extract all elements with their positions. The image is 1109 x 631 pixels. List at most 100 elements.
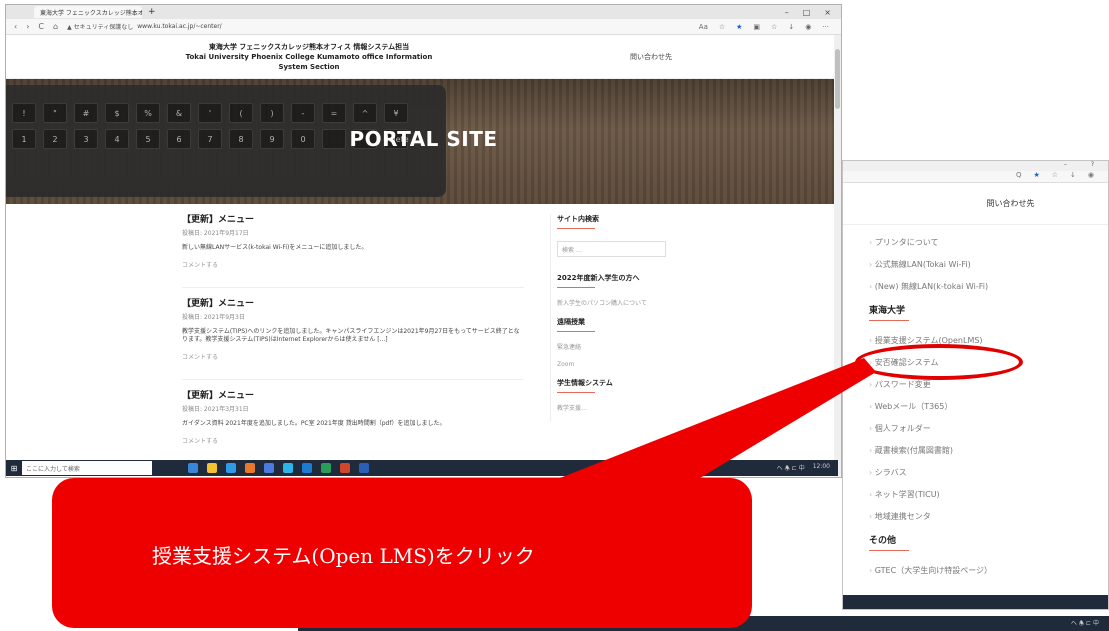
sidebar-link-pc-purchase[interactable]: 新入学生のパソコン購入について xyxy=(557,300,666,308)
help-icon[interactable]: ? xyxy=(1091,161,1094,171)
collections-icon[interactable]: ▣ xyxy=(753,23,760,31)
new-tab-button[interactable]: + xyxy=(148,7,156,17)
heading-underline xyxy=(557,392,595,393)
zoom-taskbar xyxy=(843,595,1108,609)
taskbar-app-icon[interactable] xyxy=(226,463,236,473)
taskbar-app-icon[interactable] xyxy=(264,463,274,473)
sidebar-link-zoom[interactable]: Zoom xyxy=(557,361,666,369)
windows-taskbar: ⊞ ここに入力して検索 へ 🕭 ⊏ 中 12:00 xyxy=(6,460,838,476)
tab-strip: 東海大学 フェニックスカレッジ熊本オ × + – □ × xyxy=(6,5,841,19)
screenshot-stage: 東海大学 フェニックスカレッジ熊本オ × + – □ × ‹ › C ⌂ ▲ セ… xyxy=(0,0,1109,631)
menu-link-syllabus[interactable]: シラバス xyxy=(869,467,1108,478)
maximize-button[interactable]: □ xyxy=(803,8,811,17)
menu-link-printer[interactable]: プリンタについて xyxy=(869,237,1108,248)
read-aloud-icon[interactable]: Aa xyxy=(699,23,708,31)
taskbar-app-icon[interactable] xyxy=(245,463,255,473)
menu-link-openlms[interactable]: 授業支援システム(OpenLMS) xyxy=(869,335,1108,346)
comment-link[interactable]: コメントする xyxy=(182,260,524,269)
post-text: 教学支援システム(TIPS)へのリンクを追加しました。キャンパスライフエンジンは… xyxy=(182,328,520,343)
forward-button[interactable]: › xyxy=(26,22,29,31)
sidebar-link-tips[interactable]: 教学支援… xyxy=(557,405,666,413)
menu-link-library-search[interactable]: 蔵書検索(付属図書館) xyxy=(869,445,1108,456)
taskbar-app-icon[interactable] xyxy=(283,463,293,473)
keyboard-key: & xyxy=(167,103,191,123)
section-heading-tokai: 東海大学 xyxy=(869,306,906,316)
menu-link-password-change[interactable]: パスワード変更 xyxy=(869,379,1108,390)
favorite-star-icon[interactable]: ★ xyxy=(736,23,742,31)
site-title-jp: 東海大学 フェニックスカレッジ熊本オフィス 情報システム担当 xyxy=(208,42,410,51)
post-title[interactable]: 【更新】メニュー xyxy=(182,212,524,225)
favorite-star-icon[interactable]: ★ xyxy=(1033,171,1039,182)
profile-icon[interactable]: ◉ xyxy=(805,23,811,31)
keyboard-key: ( xyxy=(229,103,253,123)
site-search-input[interactable]: 検索 … xyxy=(557,241,666,257)
home-button[interactable]: ⌂ xyxy=(53,22,58,31)
taskbar-app-icon[interactable] xyxy=(188,463,198,473)
keyboard-key: = xyxy=(322,103,346,123)
back-button[interactable]: ‹ xyxy=(14,22,17,31)
contact-link[interactable]: 問い合わせ先 xyxy=(843,183,1108,225)
post-title[interactable]: 【更新】メニュー xyxy=(182,388,524,401)
post-date: 投稿日: 2021年9月17日 xyxy=(182,230,249,237)
menu-link-regional-center[interactable]: 地域連携センタ xyxy=(869,511,1108,522)
post-item: 【更新】メニュー 投稿日: 2021年3月31日 ガイダンス資料 2021年度を… xyxy=(182,380,524,445)
minimize-button[interactable]: – xyxy=(1064,161,1067,171)
post-item: 【更新】メニュー 投稿日: 2021年9月17日 新しい無線LANサービス(k-… xyxy=(182,204,524,269)
comment-link[interactable]: コメントする xyxy=(182,352,524,361)
refresh-button[interactable]: C xyxy=(38,22,44,31)
downloads-icon[interactable]: ↓ xyxy=(788,23,794,31)
menu-link-tokai-wifi[interactable]: 公式無線LAN(Tokai Wi-Fi) xyxy=(869,259,1108,270)
comment-link[interactable]: コメントする xyxy=(182,436,524,445)
taskbar-app-icon[interactable] xyxy=(302,463,312,473)
url-text[interactable]: www.ku.tokai.ac.jp/~center/ xyxy=(137,23,221,30)
downloads-icon[interactable]: ↓ xyxy=(1070,171,1076,182)
scrollbar-thumb[interactable] xyxy=(835,49,840,109)
navigation-bar: ‹ › C ⌂ ▲ セキュリティ保護なし www.ku.tokai.ac.jp/… xyxy=(6,19,841,35)
taskbar-app-icon[interactable] xyxy=(207,463,217,473)
page-content: 【更新】メニュー 投稿日: 2021年9月17日 新しい無線LANサービス(k-… xyxy=(6,204,841,457)
tab-title: 東海大学 フェニックスカレッジ熊本オ xyxy=(40,9,142,17)
keyboard-key: - xyxy=(291,103,315,123)
post-title[interactable]: 【更新】メニュー xyxy=(182,296,524,309)
favorite-add-icon[interactable]: ☆ xyxy=(719,23,725,31)
browser-tab[interactable]: 東海大学 フェニックスカレッジ熊本オ × xyxy=(34,6,142,18)
system-tray: へ 🕭 ⊏ 中 12:00 xyxy=(777,463,838,474)
taskbar-app-icon[interactable] xyxy=(321,463,331,473)
favorites-list-icon[interactable]: ☆ xyxy=(771,23,777,31)
heading-underline xyxy=(869,550,909,551)
site-title[interactable]: 東海大学 フェニックスカレッジ熊本オフィス 情報システム担当 Tokai Uni… xyxy=(174,42,444,72)
menu-link-ticu[interactable]: ネット学習(TICU) xyxy=(869,489,1108,500)
tray-icons: へ 🕭 ⊏ 中 xyxy=(1070,620,1099,627)
hero-banner: ! " # $% & '() - = ^ ¥1 2 3 4 5 6 7 8 9 0 delete PORTAL SIT… xyxy=(6,79,841,204)
menu-link-gtec[interactable]: GTEC（大学生向け特設ページ） xyxy=(869,565,1108,576)
heading-underline xyxy=(869,320,909,321)
sidebar-link-emergency[interactable]: 緊急連絡 xyxy=(557,344,666,352)
taskbar-app-icon[interactable] xyxy=(340,463,350,473)
keyboard-key: " xyxy=(43,103,67,123)
more-menu-icon[interactable]: ··· xyxy=(822,23,829,31)
contact-link[interactable]: 問い合わせ先 xyxy=(630,52,672,62)
tray-icons[interactable]: へ 🕭 ⊏ 中 xyxy=(777,463,805,474)
post-item: 【更新】メニュー 投稿日: 2021年9月3日 教学支援システム(TIPS)への… xyxy=(182,288,524,361)
menu-link-webmail[interactable]: Webメール（T365） xyxy=(869,401,1108,412)
start-button[interactable]: ⊞ xyxy=(6,464,22,473)
taskbar-search-box[interactable]: ここに入力して検索 xyxy=(22,461,152,475)
favorites-list-icon[interactable]: ☆ xyxy=(1052,171,1058,182)
zoom-icon[interactable]: Q xyxy=(1016,171,1022,182)
post-date: 投稿日: 2021年9月3日 xyxy=(182,314,245,321)
address-bar[interactable]: ▲ セキュリティ保護なし www.ku.tokai.ac.jp/~center/ xyxy=(67,22,222,31)
highlight-ellipse xyxy=(855,344,1023,380)
close-window-button[interactable]: × xyxy=(824,8,831,17)
keyboard-key: ^ xyxy=(353,103,377,123)
security-warning-label[interactable]: ▲ セキュリティ保護なし xyxy=(67,22,133,31)
taskbar-clock[interactable]: 12:00 xyxy=(813,463,830,474)
minimize-button[interactable]: – xyxy=(785,8,789,17)
zoom-toolbar: Q ★ ☆ ↓ ◉ xyxy=(843,171,1108,183)
taskbar-app-icon[interactable] xyxy=(359,463,369,473)
keyboard-key: % xyxy=(136,103,160,123)
menu-link-personal-folder[interactable]: 個人フォルダー xyxy=(869,423,1108,434)
page-scrollbar[interactable] xyxy=(834,35,841,477)
search-placeholder: 検索 … xyxy=(562,246,582,254)
menu-link-k-tokai-wifi[interactable]: (New) 無線LAN(k-tokai Wi-Fi) xyxy=(869,281,1108,292)
profile-icon[interactable]: ◉ xyxy=(1088,171,1094,182)
